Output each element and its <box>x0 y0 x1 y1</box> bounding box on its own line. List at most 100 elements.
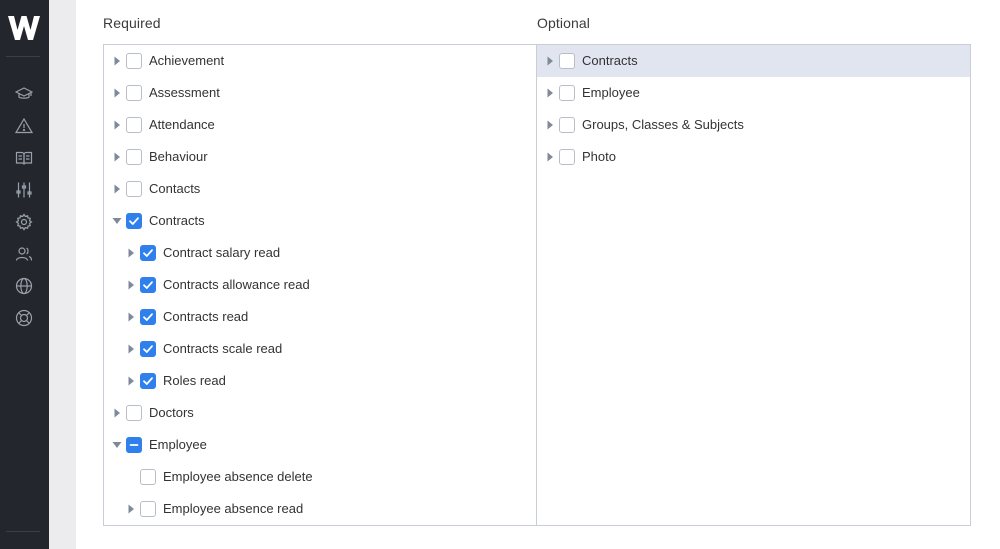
tree-row[interactable]: Employee absence read <box>104 493 536 525</box>
tree-row-label: Employee <box>149 437 207 452</box>
tree-row-label: Contacts <box>149 181 201 196</box>
check-icon <box>143 249 153 257</box>
warning-icon[interactable] <box>15 117 33 135</box>
caret-right-icon[interactable] <box>545 152 555 162</box>
tree-row-label: Employee absence read <box>163 501 304 516</box>
caret-right-icon[interactable] <box>126 248 136 258</box>
tree-row[interactable]: Contract salary read <box>104 237 536 269</box>
logo-icon[interactable] <box>7 13 41 43</box>
users-icon[interactable] <box>15 245 33 263</box>
check-icon <box>143 313 153 321</box>
page-gutter <box>49 0 76 549</box>
checkbox[interactable] <box>140 341 156 357</box>
optional-heading: Optional <box>537 15 590 31</box>
caret-right-icon[interactable] <box>126 312 136 322</box>
checkbox[interactable] <box>126 181 142 197</box>
checkbox[interactable] <box>559 85 575 101</box>
tree-row-label: Contracts read <box>163 309 249 324</box>
checkbox[interactable] <box>126 117 142 133</box>
caret-right-icon[interactable] <box>126 376 136 386</box>
tree-row-label: Contracts scale read <box>163 341 283 356</box>
caret-right-icon[interactable] <box>112 408 122 418</box>
tree-row-label: Employee absence delete <box>163 469 313 484</box>
sidebar-divider <box>6 531 40 532</box>
tree-row[interactable]: Contracts <box>537 45 970 77</box>
tree-row-label: Photo <box>582 149 616 164</box>
tree-row-label: Behaviour <box>149 149 208 164</box>
gear-icon[interactable] <box>15 213 33 231</box>
tree-row[interactable]: Roles read <box>104 365 536 397</box>
tree-row[interactable]: Contacts <box>104 173 536 205</box>
sidebar-divider <box>6 56 40 57</box>
tree-row-label: Achievement <box>149 53 225 68</box>
required-tree-panel[interactable]: Achievement Assessment Attendance Behaviour… <box>103 44 537 526</box>
checkbox[interactable] <box>126 437 142 453</box>
globe-icon[interactable] <box>15 277 33 295</box>
checkbox[interactable] <box>140 309 156 325</box>
tree-row[interactable]: Assessment <box>104 77 536 109</box>
book-icon[interactable] <box>15 149 33 167</box>
caret-right-icon[interactable] <box>126 504 136 514</box>
tree-row[interactable]: Employee <box>537 77 970 109</box>
checkbox[interactable] <box>140 373 156 389</box>
caret-right-icon[interactable] <box>545 56 555 66</box>
lifebuoy-icon[interactable] <box>15 309 33 327</box>
caret-right-icon[interactable] <box>545 120 555 130</box>
tree-row-label: Roles read <box>163 373 226 388</box>
caret-right-icon[interactable] <box>126 344 136 354</box>
caret-right-icon[interactable] <box>112 184 122 194</box>
sliders-icon[interactable] <box>15 181 33 199</box>
tree-row[interactable]: Contracts scale read <box>104 333 536 365</box>
tree-row[interactable]: Photo <box>537 141 970 173</box>
checkbox[interactable] <box>126 85 142 101</box>
tree-row[interactable]: Groups, Classes & Subjects <box>537 109 970 141</box>
caret-right-icon[interactable] <box>126 280 136 290</box>
check-icon <box>129 217 139 225</box>
checkbox[interactable] <box>126 213 142 229</box>
checkbox[interactable] <box>126 149 142 165</box>
tree-row-label: Doctors <box>149 405 194 420</box>
tree-row[interactable]: Behaviour <box>104 141 536 173</box>
tree-row[interactable]: Doctors <box>104 397 536 429</box>
caret-right-icon[interactable] <box>112 56 122 66</box>
tree-row[interactable]: Contracts read <box>104 301 536 333</box>
caret-right-icon[interactable] <box>112 88 122 98</box>
tree-row-label: Contracts <box>582 53 638 68</box>
check-icon <box>143 377 153 385</box>
tree-row[interactable]: Employee <box>104 429 536 461</box>
caret-down-icon[interactable] <box>112 216 122 226</box>
caret-right-icon[interactable] <box>112 120 122 130</box>
check-icon <box>143 345 153 353</box>
tree-row-label: Contracts <box>149 213 205 228</box>
tree-row[interactable]: Attendance <box>104 109 536 141</box>
checkbox[interactable] <box>140 501 156 517</box>
caret-right-icon[interactable] <box>112 152 122 162</box>
tree-row-label: Assessment <box>149 85 220 100</box>
checkbox[interactable] <box>559 149 575 165</box>
tree-row-label: Employee <box>582 85 640 100</box>
checkbox[interactable] <box>559 53 575 69</box>
permissions-content: Required Optional Achievement Assessment A… <box>76 0 1000 549</box>
checkbox[interactable] <box>126 53 142 69</box>
checkbox[interactable] <box>559 117 575 133</box>
caret-right-icon[interactable] <box>545 88 555 98</box>
tree-row-label: Contracts allowance read <box>163 277 310 292</box>
tree-row[interactable]: Contracts <box>104 205 536 237</box>
check-icon <box>143 281 153 289</box>
minus-icon <box>129 444 139 446</box>
tree-row[interactable]: Contracts allowance read <box>104 269 536 301</box>
tree-row-label: Contract salary read <box>163 245 281 260</box>
graduation-cap-icon[interactable] <box>15 85 33 103</box>
checkbox[interactable] <box>140 277 156 293</box>
tree-row-label: Attendance <box>149 117 215 132</box>
checkbox[interactable] <box>140 245 156 261</box>
checkbox[interactable] <box>140 469 156 485</box>
tree-row[interactable]: Employee absence delete <box>104 461 536 493</box>
tree-row[interactable]: Achievement <box>104 45 536 77</box>
optional-tree-panel[interactable]: Contracts Employee Groups, Classes & Subje… <box>536 44 971 526</box>
sidebar <box>0 0 49 549</box>
caret-down-icon[interactable] <box>112 440 122 450</box>
tree-row-label: Groups, Classes & Subjects <box>582 117 744 132</box>
required-heading: Required <box>103 15 161 31</box>
checkbox[interactable] <box>126 405 142 421</box>
